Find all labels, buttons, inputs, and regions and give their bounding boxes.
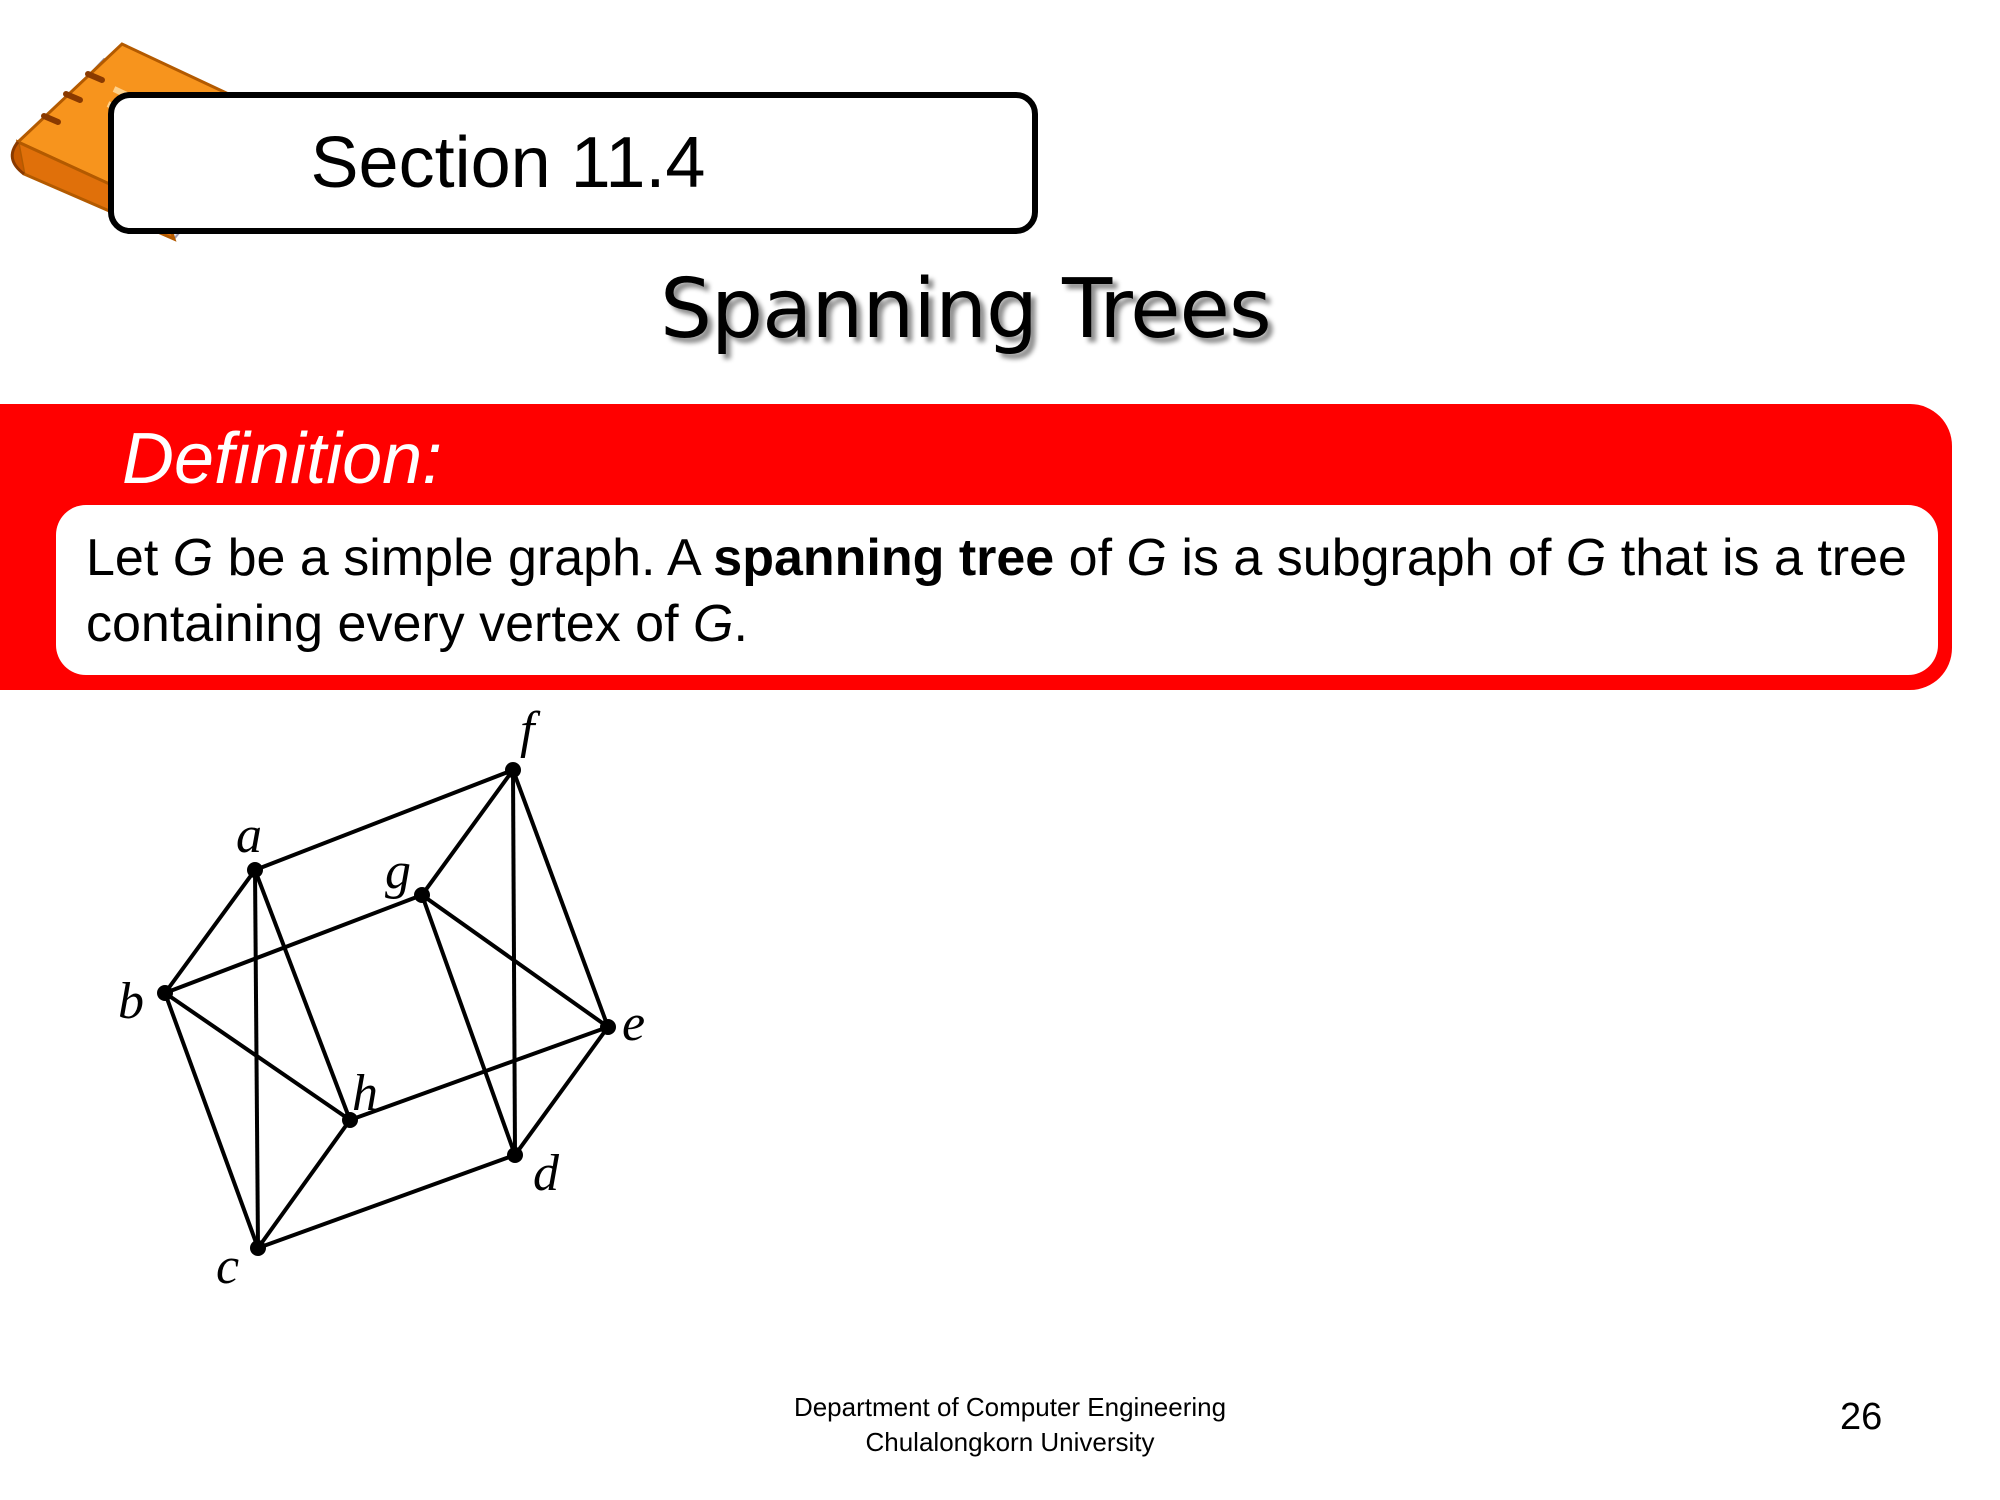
vertex-label-f: f <box>520 702 541 759</box>
edge-e-f <box>511 769 610 1028</box>
graph-symbol: G <box>172 529 214 587</box>
footer-university: Chulalongkorn University <box>865 1427 1155 1457</box>
vertex-label-c: c <box>216 1238 239 1295</box>
vertex-c <box>250 1240 266 1256</box>
footer-department: Department of Computer Engineering <box>793 1392 1227 1422</box>
edge-d-e <box>513 1025 610 1157</box>
definition-label: Definition: <box>122 419 443 499</box>
section-label: Section 11.4 <box>310 123 706 203</box>
text-run: is a subgraph of <box>1166 529 1566 587</box>
vertex-label-d: d <box>533 1145 560 1202</box>
footer: Department of Computer Engineering Chula… <box>700 1390 1320 1460</box>
text-run: Let <box>86 529 173 587</box>
edge-c-d <box>257 1153 516 1250</box>
edge-a-c <box>253 869 260 1249</box>
vertex-e <box>600 1019 616 1035</box>
graph-diagram: a b c d e f g h <box>118 702 645 1295</box>
vertex-g <box>414 887 430 903</box>
defined-term: spanning tree <box>713 529 1055 587</box>
graph-symbol: G <box>1565 529 1607 587</box>
page-number: 26 <box>1840 1396 1883 1438</box>
edge-c-h <box>256 1118 352 1250</box>
graph-symbol: G <box>693 595 734 653</box>
definition-text: Let G be a simple graph. A spanning tree… <box>86 525 1908 657</box>
edge-b-c <box>163 992 260 1249</box>
text-run: . <box>733 595 748 653</box>
vertex-label-e: e <box>622 995 645 1052</box>
definition-box: Let G be a simple graph. A spanning tree… <box>56 505 1938 675</box>
vertex-d <box>507 1147 523 1163</box>
edge-d-g <box>420 894 517 1156</box>
slide-title: Spanning Trees <box>660 262 1272 357</box>
vertex-label-g: g <box>385 843 411 900</box>
vertex-b <box>157 985 173 1001</box>
vertex-label-a: a <box>236 807 262 864</box>
edge-b-g <box>164 893 423 995</box>
section-label-box: Section 11.4 <box>108 92 1038 234</box>
vertex-a <box>247 862 263 878</box>
edge-a-h <box>253 869 352 1121</box>
edge-e-h <box>349 1025 609 1122</box>
text-run: of <box>1054 529 1127 587</box>
graph-symbol: G <box>1126 529 1167 587</box>
vertex-f <box>505 762 521 778</box>
text-run: be a simple graph. A <box>213 529 714 587</box>
vertex-label-b: b <box>118 973 144 1030</box>
vertex-label-h: h <box>352 1065 378 1122</box>
